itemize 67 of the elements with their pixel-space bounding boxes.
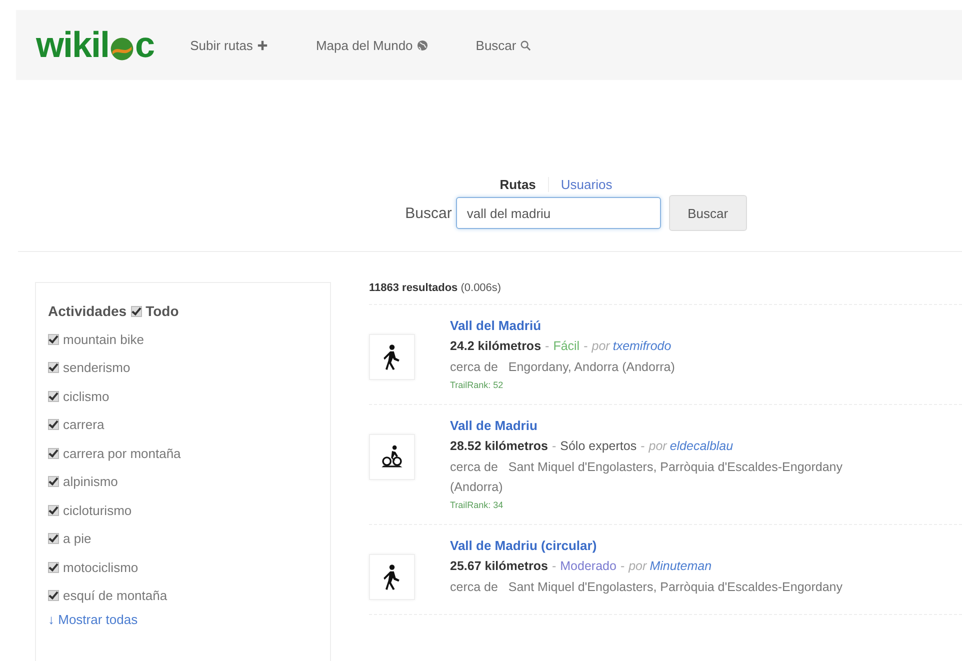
separator: -	[620, 559, 625, 574]
separator: -	[552, 559, 556, 574]
logo-text: wikil	[36, 24, 110, 66]
checkbox[interactable]	[48, 476, 59, 488]
search-button[interactable]: Buscar	[668, 195, 747, 231]
checkbox-label: mountain bike	[63, 332, 144, 347]
route-distance: 28.52 kilómetros	[450, 439, 548, 454]
route-title-link[interactable]: Vall de Madriu	[450, 418, 880, 434]
wikiloc-logo[interactable]: wikil c	[36, 24, 154, 66]
checkbox[interactable]	[48, 362, 59, 374]
by-label: por	[648, 439, 667, 454]
route-location: cerca de Sant Miquel d'Engolasters, Parròquia d'Escaldes-Engordany (Andorra)	[450, 459, 844, 496]
logo-ball-icon	[110, 37, 134, 61]
separator: -	[584, 339, 588, 353]
difficulty-label: Sólo expertos	[560, 439, 637, 454]
author-link[interactable]: Minuteman	[650, 559, 712, 574]
separator: -	[640, 439, 645, 454]
globe-icon	[416, 40, 428, 50]
route-title-link[interactable]: Vall de Madriu (circular)	[450, 538, 880, 554]
search-tab[interactable]: Rutas	[488, 177, 548, 192]
checkbox[interactable]	[48, 504, 59, 516]
nav-link[interactable]: Mapa del Mundo	[316, 38, 428, 52]
nav-link[interactable]: Subir rutas	[190, 38, 268, 52]
by-label: por	[592, 339, 610, 353]
checkbox-label: carrera por montaña	[63, 446, 181, 461]
checkbox[interactable]	[48, 419, 59, 430]
route-location: cerca de Engordany, Andorra (Andorra)	[450, 359, 676, 376]
author-link[interactable]: eldecalblau	[670, 439, 734, 454]
checkbox-label: a pie	[63, 531, 92, 546]
checkbox-label: Todo	[146, 303, 179, 319]
checkbox-label: cicloturismo	[63, 502, 132, 518]
separator: -	[552, 439, 556, 454]
by-label: por	[628, 559, 647, 574]
checkbox[interactable]	[130, 306, 142, 316]
checkbox[interactable]	[48, 448, 59, 459]
nav-link[interactable]: Buscar	[476, 38, 532, 52]
difficulty-label: Fácil	[553, 339, 580, 353]
route-title-link[interactable]: Vall del Madriú	[450, 318, 880, 333]
difficulty-label: Moderado	[560, 559, 616, 574]
route-location: cerca de Sant Miquel d'Engolasters, Parròquia d'Escaldes-Engordany	[450, 579, 844, 596]
author-link[interactable]: txemifrodo	[612, 339, 672, 353]
checkbox-label: esquí de montaña	[63, 588, 168, 604]
filter-title: Actividades	[48, 303, 127, 319]
separator: -	[545, 339, 550, 353]
checkbox[interactable]	[48, 334, 59, 345]
logo-text: c	[135, 24, 154, 66]
route-distance: 24.2 kilómetros	[450, 339, 542, 353]
checkbox[interactable]	[48, 390, 59, 402]
checkbox-label: senderismo	[63, 360, 130, 376]
route-distance: 25.67 kilómetros	[450, 559, 548, 574]
cyclist-icon	[380, 444, 404, 470]
trailrank-score: TrailRank: 34	[450, 500, 504, 510]
show-all-link[interactable]: ↓ Mostrar todas	[48, 612, 318, 627]
search-icon	[520, 40, 532, 50]
checkbox[interactable]	[48, 590, 59, 602]
checkbox-label: carrera	[63, 417, 104, 432]
search-field[interactable]: vall del madriu	[456, 197, 661, 229]
result-count: 11863 resultados (0.006s)	[369, 282, 962, 305]
plus-icon	[256, 40, 268, 50]
checkbox-label: motociclismo	[63, 560, 138, 575]
checkbox-label: ciclismo	[63, 388, 110, 404]
checkbox-label: alpinismo	[63, 474, 118, 490]
trailrank-score: TrailRank: 52	[450, 380, 504, 390]
search-tab[interactable]: Usuarios	[548, 177, 624, 192]
checkbox[interactable]	[48, 562, 59, 573]
checkbox[interactable]	[48, 533, 59, 544]
search-label: Buscar	[405, 204, 452, 222]
